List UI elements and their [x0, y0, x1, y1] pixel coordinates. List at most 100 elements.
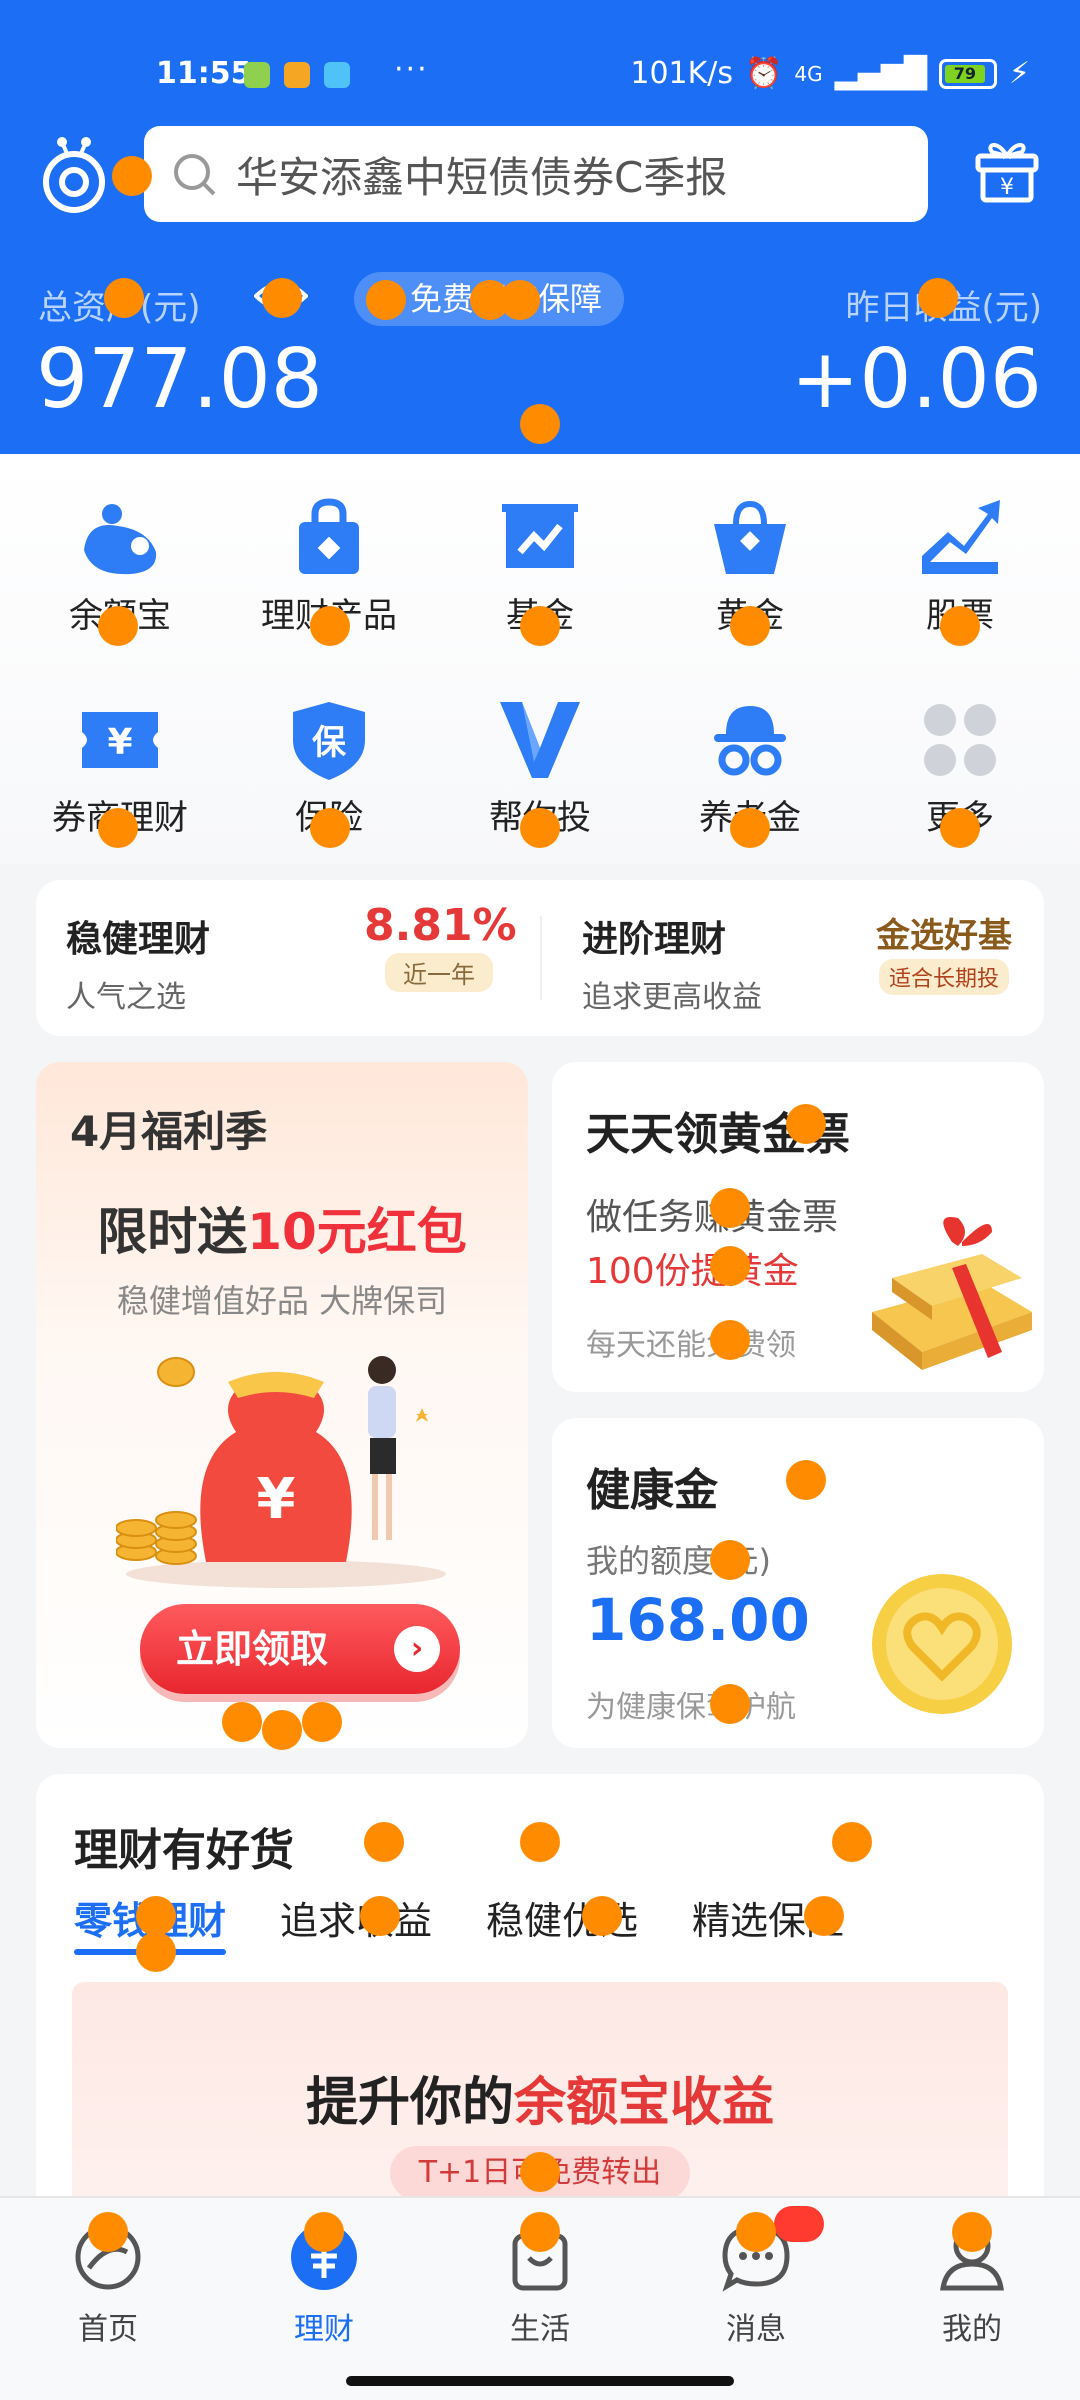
network-type: 4G	[794, 61, 823, 86]
overlay-marker	[310, 606, 350, 646]
overlay-marker	[520, 2212, 560, 2252]
overlay-marker	[710, 1540, 750, 1580]
overlay-marker	[520, 606, 560, 646]
battery-icon: 79	[938, 58, 997, 89]
overlay-marker	[832, 1822, 872, 1862]
goods-title: 理财有好货	[74, 1825, 294, 1876]
overlay-marker	[786, 1104, 826, 1144]
svg-text:¥: ¥	[257, 1467, 296, 1532]
overlay-marker	[366, 280, 406, 320]
heart-coin-icon	[872, 1574, 1012, 1714]
overlay-marker	[262, 1710, 302, 1750]
panel-title-b: 余额宝收益	[514, 2073, 775, 2133]
overlay-marker	[520, 404, 560, 444]
home-indicator[interactable]	[346, 2376, 734, 2386]
overlay-marker	[104, 278, 144, 318]
claim-now-label: 立即领取	[176, 1627, 329, 1671]
assistant-robot-icon[interactable]	[40, 134, 108, 214]
fund-chart-icon	[502, 504, 578, 568]
more-notifs-icon: ···	[394, 52, 429, 87]
notification-icons	[244, 62, 350, 88]
gold-line2: 100份提黄金	[586, 1251, 799, 1292]
overlay-marker	[940, 606, 980, 646]
entry-grid: 余额宝 理财产品 基金 黄金 股票 ¥	[0, 454, 1080, 864]
goods-tabs: 零钱理财 追求收益 稳健优选 精选保险	[74, 1890, 844, 1955]
more-dots-icon	[924, 704, 996, 776]
message-badge	[774, 2206, 824, 2242]
overlay-marker	[804, 1896, 844, 1936]
welfare-promo-card[interactable]: 4月福利季 限时送10元红包 稳健增值好品 大牌保司 ¥ 立即领取 ›	[36, 1062, 528, 1748]
top-row: 华安添鑫中短债债券C季报 ¥	[0, 126, 1080, 222]
advanced-wealth-title[interactable]: 进阶理财	[582, 910, 726, 962]
overlay-marker	[786, 1460, 826, 1500]
wealth-strip-card: 稳健理财 人气之选 8.81% 近一年 进阶理财 追求更高收益 金选好基 适合长…	[36, 880, 1044, 1036]
hat-glasses-icon	[714, 706, 786, 776]
nav-label: 理财	[294, 2312, 354, 2347]
gold-line3: 每天还能免费领	[586, 1328, 796, 1363]
promo-title: 4月福利季	[70, 1107, 268, 1156]
golden-fund-title: 金选好基	[876, 916, 1012, 956]
strip-divider	[540, 916, 542, 1000]
status-bar: 11:55 ··· 101K/s ⏰ 4G ▂▄▆█ 79 ⚡	[0, 52, 1080, 100]
tab-high-return[interactable]: 追求收益	[280, 1890, 432, 1945]
overlay-marker	[520, 808, 560, 848]
svg-text:保: 保	[312, 723, 347, 763]
promo-sub: 稳健增值好品 大牌保司	[116, 1282, 448, 1320]
overlay-marker	[736, 2212, 776, 2252]
app-notif-icon	[244, 62, 270, 88]
rate-badge[interactable]: 8.81% 近一年	[364, 900, 517, 992]
header: 11:55 ··· 101K/s ⏰ 4G ▂▄▆█ 79 ⚡ 华安添鑫中短债债…	[0, 0, 1080, 454]
search-placeholder: 华安添鑫中短债债券C季报	[236, 152, 728, 202]
promo-headline-b: 10元红包	[247, 1203, 467, 1261]
nav-label: 我的	[942, 2312, 1002, 2347]
app-notif-icon	[284, 62, 310, 88]
overlay-marker	[940, 808, 980, 848]
battery-level: 79	[944, 64, 985, 83]
overlay-marker	[310, 808, 350, 848]
claim-now-button[interactable]: 立即领取 ›	[140, 1604, 460, 1694]
health-title: 健康金	[586, 1465, 718, 1516]
overlay-marker	[88, 2212, 128, 2252]
advanced-wealth-sub: 追求更高收益	[582, 980, 762, 1015]
overlay-marker	[500, 280, 540, 320]
status-right: 101K/s ⏰ 4G ▂▄▆█ 79 ⚡	[630, 56, 1030, 91]
overlay-marker	[304, 2212, 344, 2252]
stock-trend-icon	[922, 500, 1000, 574]
yesterday-income-value: +0.06	[790, 332, 1042, 427]
promo-headline: 限时送10元红包	[36, 1192, 528, 1264]
gift-icon[interactable]: ¥	[974, 138, 1040, 204]
overlay-marker	[582, 1896, 622, 1936]
shield-bao-icon: 保	[293, 702, 365, 780]
overlay-marker	[520, 2152, 560, 2192]
golden-fund-badge[interactable]: 金选好基 适合长期投	[864, 900, 1024, 995]
overlay-marker	[360, 1896, 400, 1936]
signal-icon: ▂▄▆█	[834, 56, 927, 91]
rate-period: 近一年	[385, 953, 493, 992]
rate-value: 8.81%	[364, 900, 517, 951]
overlay-marker	[710, 1320, 750, 1360]
overlay-marker	[98, 606, 138, 646]
overlay-marker	[730, 808, 770, 848]
overlay-marker	[730, 606, 770, 646]
overlay-marker	[98, 808, 138, 848]
steady-wealth-title[interactable]: 稳健理财	[66, 910, 210, 962]
promo-headline-a: 限时送	[97, 1203, 248, 1261]
gold-bars-gift-icon	[872, 1217, 1032, 1370]
svg-text:¥: ¥	[1000, 175, 1014, 200]
net-speed: 101K/s	[630, 56, 734, 91]
overlay-marker	[952, 2212, 992, 2252]
nav-label: 首页	[78, 2312, 138, 2347]
overlay-marker	[136, 1896, 176, 1936]
panel-title-a: 提升你的	[305, 2073, 514, 2133]
steady-wealth-sub: 人气之选	[66, 980, 186, 1015]
overlay-marker	[710, 1246, 750, 1286]
svg-text:¥: ¥	[107, 722, 132, 763]
status-time: 11:55	[156, 56, 252, 91]
nav-label: 消息	[726, 2312, 786, 2347]
search-bar[interactable]: 华安添鑫中短债债券C季报	[144, 126, 928, 222]
overlay-marker	[364, 1822, 404, 1862]
alarm-icon: ⏰	[745, 56, 783, 91]
search-icon	[170, 150, 218, 198]
overlay-marker	[520, 1822, 560, 1862]
overlay-marker	[262, 278, 302, 318]
